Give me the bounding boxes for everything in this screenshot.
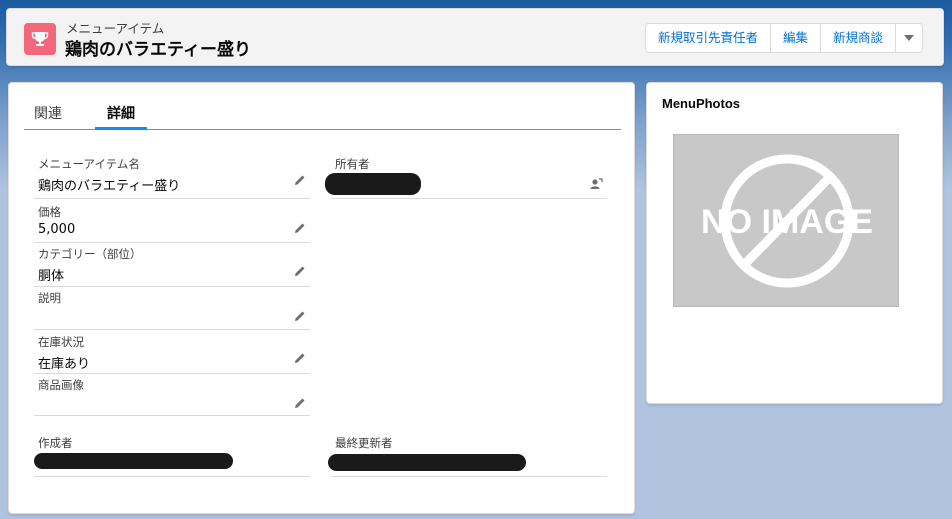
field-value: 在庫あり xyxy=(38,357,91,372)
field-label: 在庫状況 xyxy=(38,335,84,349)
no-image-text: NO IMAGE xyxy=(701,203,873,241)
field-description: 説明 xyxy=(34,287,310,330)
field-owner: 所有者 xyxy=(325,153,607,199)
redacted-value xyxy=(34,453,233,469)
pencil-icon[interactable] xyxy=(294,310,306,322)
new-opportunity-button[interactable]: 新規商談 xyxy=(820,23,897,53)
field-label: カテゴリー（部位） xyxy=(38,247,142,261)
menu-photos-card: MenuPhotos NO IMAGE xyxy=(646,82,943,404)
redacted-value xyxy=(325,173,421,195)
field-value: 胴体 xyxy=(38,269,65,284)
no-image-placeholder: NO IMAGE xyxy=(673,134,899,307)
trophy-icon xyxy=(24,23,56,55)
field-product-image: 商品画像 xyxy=(34,374,310,416)
field-label: 作成者 xyxy=(38,436,73,450)
more-actions-button[interactable] xyxy=(895,23,924,53)
new-contact-button[interactable]: 新規取引先責任者 xyxy=(645,23,772,53)
pencil-icon[interactable] xyxy=(294,222,306,234)
pencil-icon[interactable] xyxy=(294,265,306,277)
record-header: メニューアイテム 鶏肉のバラエティー盛り 新規取引先責任者 編集 新規商談 xyxy=(6,8,944,66)
redacted-value xyxy=(328,454,526,471)
field-category: カテゴリー（部位） 胴体 xyxy=(34,243,310,287)
field-label: 最終更新者 xyxy=(335,436,393,450)
tab-related[interactable]: 関連 xyxy=(34,103,62,130)
no-image-icon: NO IMAGE xyxy=(701,154,873,288)
details-card: 関連 詳細 メニューアイテム名 鶏肉のバラエティー盛り 価格 5,000 カテゴ… xyxy=(8,82,635,514)
field-stock-status: 在庫状況 在庫あり xyxy=(34,330,310,374)
field-created-by: 作成者 xyxy=(34,433,310,477)
pencil-icon[interactable] xyxy=(294,174,306,186)
field-label: 価格 xyxy=(38,205,61,219)
field-price: 価格 5,000 xyxy=(34,199,310,243)
tab-bar: 関連 詳細 xyxy=(24,100,621,130)
chevron-down-icon xyxy=(904,34,915,41)
tab-details[interactable]: 詳細 xyxy=(95,103,147,130)
field-label: 商品画像 xyxy=(38,378,84,392)
header-actions: 新規取引先責任者 編集 新規商談 xyxy=(645,23,924,53)
field-value: 鶏肉のバラエティー盛り xyxy=(38,179,181,194)
field-label: 所有者 xyxy=(335,157,370,171)
pencil-icon[interactable] xyxy=(294,352,306,364)
field-value: 5,000 xyxy=(38,222,76,237)
edit-button[interactable]: 編集 xyxy=(770,23,822,53)
field-last-modified-by: 最終更新者 xyxy=(328,433,607,477)
card-title: MenuPhotos xyxy=(662,96,740,111)
change-owner-icon[interactable] xyxy=(590,177,603,190)
field-menu-item-name: メニューアイテム名 鶏肉のバラエティー盛り xyxy=(34,153,310,199)
field-label: メニューアイテム名 xyxy=(38,157,140,171)
field-label: 説明 xyxy=(38,291,61,305)
pencil-icon[interactable] xyxy=(294,397,306,409)
record-title: 鶏肉のバラエティー盛り xyxy=(65,40,251,60)
